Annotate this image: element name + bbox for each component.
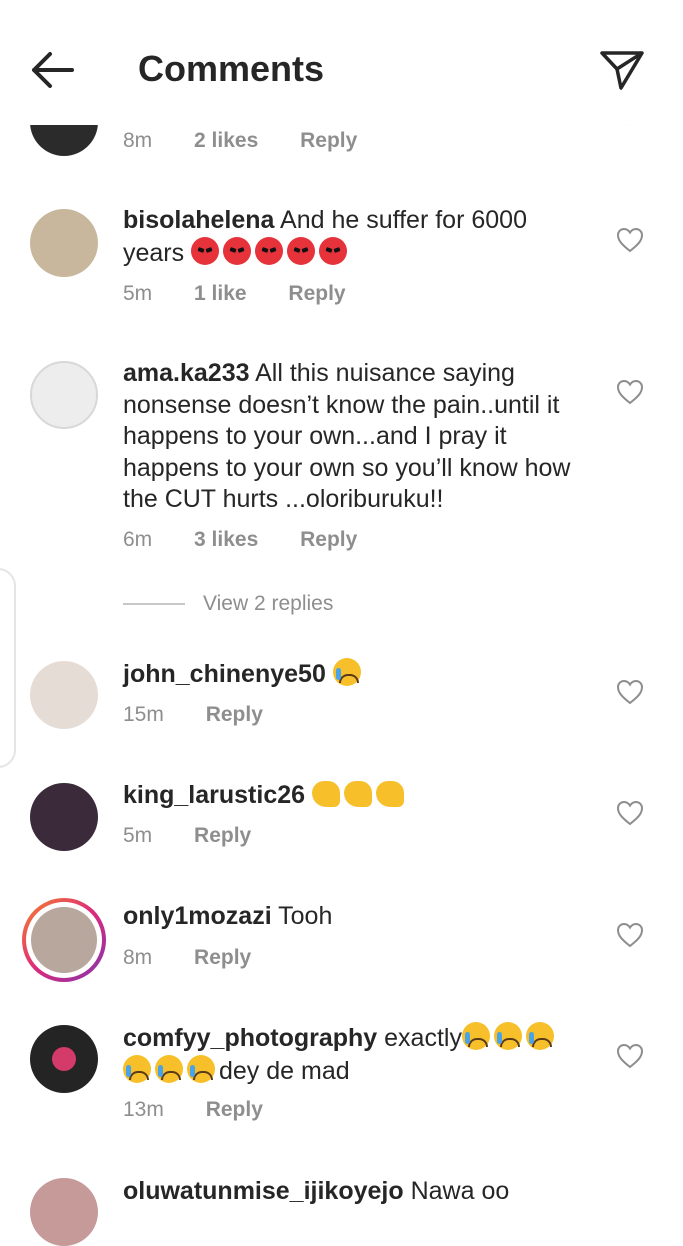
arrow-left-icon: [32, 52, 74, 88]
comment-body-continued: dey de mad: [219, 1056, 350, 1085]
comment-time: 13m: [123, 1098, 164, 1121]
comment-text: bisolahelena And he suffer for 6000 year…: [123, 205, 573, 269]
heart-icon[interactable]: [616, 800, 644, 826]
reply-button[interactable]: Reply: [300, 528, 357, 551]
comment-username[interactable]: bisolahelena: [123, 206, 274, 234]
comment-username[interactable]: john_chinenye50: [123, 660, 326, 688]
likes-count[interactable]: 3 likes: [194, 528, 258, 551]
paper-plane-icon: [600, 51, 644, 90]
comment-body: exactly: [384, 1024, 462, 1052]
likes-count[interactable]: 1 like: [194, 282, 247, 305]
reply-button[interactable]: Reply: [288, 282, 345, 305]
page-title: Comments: [138, 48, 325, 89]
comment-meta: 5m 1 like Reply: [123, 282, 382, 306]
comment-meta: 6m 3 likes Reply: [123, 528, 393, 552]
avatar[interactable]: [30, 361, 98, 429]
view-replies-button[interactable]: View 2 replies: [123, 592, 333, 616]
heart-icon[interactable]: [616, 922, 644, 948]
angry-face-icon: [191, 236, 351, 267]
heart-icon[interactable]: [616, 227, 644, 253]
comment-username[interactable]: comfyy_photography: [123, 1024, 377, 1052]
comment-body: Nawa oo: [410, 1177, 510, 1205]
comment-text: ama.ka233 All this nuisance saying nonse…: [123, 358, 573, 516]
comment-meta: 8m Reply: [123, 946, 287, 970]
avatar[interactable]: [30, 1025, 98, 1093]
comment-meta: 15m Reply: [123, 703, 299, 727]
header: Comments: [0, 0, 683, 125]
comment-username[interactable]: oluwatunmise_ijikoyejo: [123, 1177, 404, 1205]
share-button[interactable]: [597, 46, 647, 94]
heart-icon[interactable]: [616, 679, 644, 705]
comment-meta: 8m 2 likes Reply: [123, 129, 393, 153]
avatar[interactable]: [30, 1178, 98, 1246]
comment-username[interactable]: ama.ka233: [123, 359, 250, 387]
reply-button[interactable]: Reply: [206, 1098, 263, 1121]
comment-body: Tooh: [278, 902, 333, 930]
comment-time: 8m: [123, 129, 153, 152]
flexed-biceps-icon: [311, 781, 408, 809]
reply-button[interactable]: Reply: [194, 946, 251, 969]
reply-button[interactable]: Reply: [194, 824, 251, 847]
reply-button[interactable]: Reply: [206, 703, 263, 726]
comment-username[interactable]: only1mozazi: [123, 902, 272, 930]
comment-text: comfyy_photography exactly dey de mad: [123, 1022, 573, 1087]
avatar[interactable]: [30, 783, 98, 851]
view-replies-label: View 2 replies: [203, 592, 334, 615]
avatar[interactable]: [22, 898, 106, 982]
comment-time: 15m: [123, 703, 164, 726]
comment-time: 5m: [123, 824, 153, 847]
comment-time: 6m: [123, 528, 153, 551]
comment-meta: 5m Reply: [123, 824, 287, 848]
likes-count[interactable]: 2 likes: [194, 129, 258, 152]
side-edge-tab[interactable]: [0, 568, 16, 768]
comment-meta: 13m Reply: [123, 1098, 299, 1122]
comment-username[interactable]: king_larustic26: [123, 781, 305, 809]
comment-time: 8m: [123, 946, 153, 969]
divider: [123, 603, 185, 606]
comment-text: king_larustic26: [123, 780, 573, 812]
avatar[interactable]: [30, 209, 98, 277]
back-button[interactable]: [28, 48, 80, 92]
comment-time: 5m: [123, 282, 153, 305]
comment-text: only1mozazi Tooh: [123, 901, 573, 933]
avatar[interactable]: [30, 661, 98, 729]
reply-button[interactable]: Reply: [300, 129, 357, 152]
comment-text: oluwatunmise_ijikoyejo Nawa oo: [123, 1176, 573, 1208]
heart-icon[interactable]: [616, 379, 644, 405]
heart-icon[interactable]: [616, 1043, 644, 1069]
crying-face-icon: [332, 658, 361, 686]
comment-text: john_chinenye50: [123, 658, 573, 691]
